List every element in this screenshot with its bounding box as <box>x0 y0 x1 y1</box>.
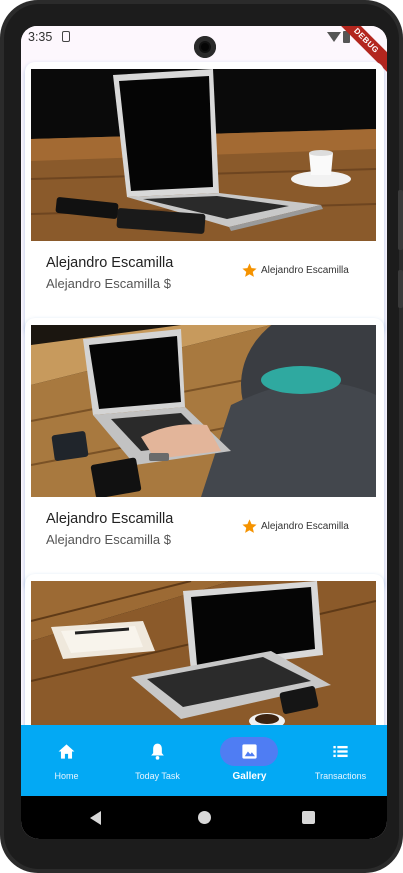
app-screen: 3:35 DEBUG Alejandro Escamilla Alejandro… <box>21 26 387 839</box>
list-icon <box>333 745 348 758</box>
nav-label-transactions: Transactions <box>314 771 367 781</box>
status-time: 3:35 <box>28 30 53 44</box>
sim-icon <box>62 31 70 42</box>
recent-apps-icon[interactable] <box>302 811 315 824</box>
wifi-icon <box>327 32 341 42</box>
bottom-navigation-bar: Home Today Task Gallery Transactions <box>21 725 387 796</box>
home-circle-icon[interactable] <box>198 811 211 824</box>
gallery-feed[interactable]: Alejandro Escamilla Alejandro Escamilla … <box>21 52 387 725</box>
home-icon <box>58 744 75 759</box>
volume-button <box>398 190 403 250</box>
card-title: Alejandro Escamilla <box>46 255 174 271</box>
card-subtitle: Alejandro Escamilla $ <box>46 532 172 547</box>
card-body: Alejandro Escamilla Alejandro Escamilla … <box>25 498 384 584</box>
nav-label-gallery: Gallery <box>232 771 267 782</box>
card-image[interactable] <box>31 325 376 497</box>
card-title: Alejandro Escamilla <box>46 511 174 527</box>
star-icon <box>242 262 257 277</box>
nav-label-home: Home <box>54 771 79 781</box>
card-image[interactable] <box>31 69 376 241</box>
laptop-photo <box>31 69 376 241</box>
nav-label-today-task: Today Task <box>135 771 180 781</box>
phone-frame: 3:35 DEBUG Alejandro Escamilla Alejandro… <box>0 0 403 873</box>
card-author[interactable]: Alejandro Escamilla <box>241 260 349 280</box>
power-button <box>398 270 403 308</box>
system-navigation-bar <box>21 796 387 839</box>
author-name: Alejandro Escamilla <box>261 520 349 532</box>
author-name: Alejandro Escamilla <box>261 264 349 276</box>
gallery-card[interactable] <box>25 574 384 725</box>
nav-item-transactions[interactable]: Transactions <box>295 725 386 796</box>
gallery-card[interactable]: Alejandro Escamilla Alejandro Escamilla … <box>25 62 384 334</box>
nav-item-today-task[interactable]: Today Task <box>112 725 203 796</box>
nav-item-gallery[interactable]: Gallery <box>204 725 295 796</box>
nav-item-home[interactable]: Home <box>21 725 112 796</box>
card-body: Alejandro Escamilla Alejandro Escamilla … <box>25 242 384 328</box>
star-icon <box>242 518 257 533</box>
gallery-card[interactable]: Alejandro Escamilla Alejandro Escamilla … <box>25 318 384 590</box>
laptop-notebook-photo <box>31 581 376 725</box>
card-author[interactable]: Alejandro Escamilla <box>241 516 349 536</box>
bell-icon <box>151 743 164 760</box>
image-icon <box>242 744 257 759</box>
status-bar: 3:35 DEBUG <box>21 26 387 75</box>
typing-photo <box>31 325 376 497</box>
back-icon[interactable] <box>90 811 101 825</box>
card-subtitle: Alejandro Escamilla $ <box>46 276 172 291</box>
card-image[interactable] <box>31 581 376 725</box>
